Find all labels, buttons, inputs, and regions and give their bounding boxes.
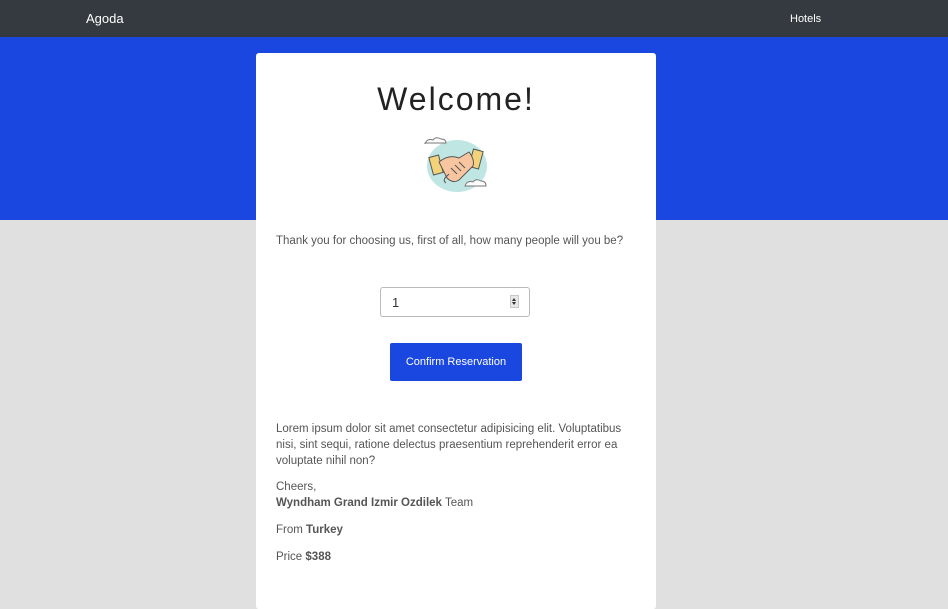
team-suffix: Team bbox=[444, 497, 474, 509]
team-line: Wyndham Grand Izmir Ozdilek Team bbox=[276, 495, 638, 511]
hotel-name: Wyndham Grand Izmir Ozdilek bbox=[276, 497, 442, 509]
price-line: Price $388 bbox=[276, 549, 638, 565]
number-spinner[interactable] bbox=[510, 295, 519, 308]
people-question: Thank you for choosing us, first of all,… bbox=[276, 235, 624, 247]
price-value: $388 bbox=[305, 551, 331, 563]
brand-logo[interactable]: Agoda bbox=[86, 11, 124, 27]
top-navbar: Agoda Hotels bbox=[0, 0, 948, 37]
page-title: Welcome! bbox=[377, 81, 535, 117]
origin-line: From Turkey bbox=[276, 522, 638, 538]
spinner-up-icon[interactable] bbox=[512, 298, 516, 301]
cheers-text: Cheers, bbox=[276, 481, 317, 493]
reservation-card: Welcome! Thank you for choosing us, firs… bbox=[256, 53, 656, 609]
country-value: Turkey bbox=[306, 524, 343, 536]
price-label: Price bbox=[276, 551, 303, 563]
signature-block: Cheers, Wyndham Grand Izmir Ozdilek Team bbox=[276, 479, 638, 511]
confirm-reservation-button[interactable]: Confirm Reservation bbox=[390, 343, 522, 381]
description-text: Lorem ipsum dolor sit amet consectetur a… bbox=[276, 423, 622, 467]
people-count-input[interactable]: 1 bbox=[380, 287, 530, 317]
spinner-down-icon[interactable] bbox=[512, 302, 516, 305]
handshake-icon bbox=[424, 137, 487, 192]
nav-link-hotels[interactable]: Hotels bbox=[790, 12, 821, 26]
from-label: From bbox=[276, 524, 303, 536]
people-count-value[interactable]: 1 bbox=[392, 295, 399, 310]
